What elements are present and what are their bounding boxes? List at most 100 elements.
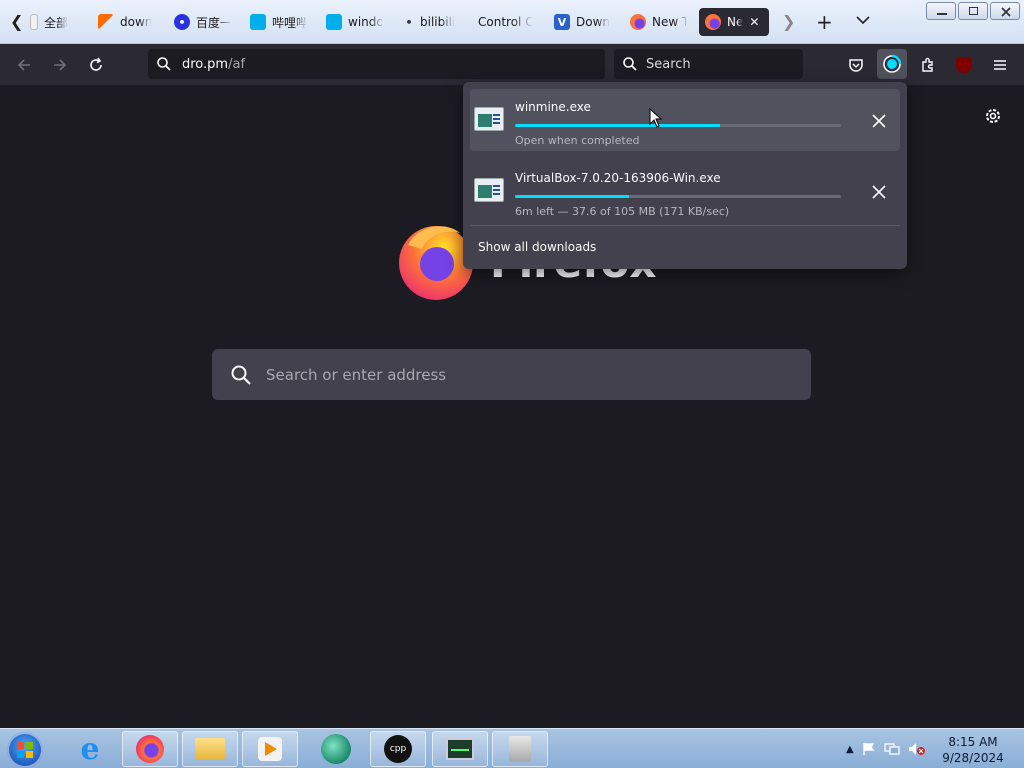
firefox-icon <box>136 735 164 763</box>
downloads-button[interactable] <box>877 49 907 79</box>
hamburger-menu-icon <box>994 60 1006 70</box>
extensions-button[interactable] <box>915 52 941 78</box>
cpp-shot-taskbar-button[interactable]: cpp <box>370 731 426 767</box>
back-arrow-icon <box>17 59 30 71</box>
volume-muted-icon[interactable] <box>908 742 926 756</box>
download-progress-bar <box>515 124 841 127</box>
orange-flag-icon <box>98 14 114 30</box>
tab-title: Ne <box>727 15 744 29</box>
forward-button[interactable] <box>47 52 73 78</box>
download-filename: VirtualBox-7.0.20-163906-Win.exe <box>515 171 721 185</box>
clock-date: 9/28/2024 <box>942 751 1004 765</box>
firefox-icon <box>705 14 721 30</box>
task-manager-taskbar-button[interactable] <box>432 731 488 767</box>
tab-title: 哔哩哔 <box>272 15 306 30</box>
minimize-button[interactable] <box>926 2 956 20</box>
bookmark-icon <box>30 14 38 30</box>
tab-active[interactable]: Ne ✕ <box>699 8 769 36</box>
newtab-search-placeholder: Search or enter address <box>266 365 447 384</box>
ublock-shield-icon <box>956 57 972 73</box>
forward-arrow-icon <box>54 59 67 71</box>
tab-title: 全部 <box>44 15 69 30</box>
firefox-icon <box>630 14 646 30</box>
network-icon[interactable] <box>884 742 900 756</box>
start-button[interactable] <box>7 732 43 768</box>
tab-3[interactable]: • 百度一 <box>174 8 230 36</box>
search-bar[interactable]: Search <box>614 49 803 79</box>
tab-9[interactable]: New T <box>630 8 686 36</box>
cpp-shot-icon: cpp <box>384 735 412 763</box>
tab-1[interactable]: 全部 <box>30 8 80 36</box>
action-center-flag-icon[interactable] <box>862 742 876 756</box>
bilibili-tv-icon <box>250 14 266 30</box>
url-path: /af <box>228 56 246 72</box>
clock-time: 8:15 AM <box>948 735 998 749</box>
tab-scroll-left-icon[interactable]: ❮ <box>10 12 23 31</box>
list-all-tabs-icon[interactable] <box>856 10 870 29</box>
search-icon <box>231 365 251 385</box>
generic-app-icon <box>509 736 531 762</box>
tab-title: down <box>120 15 153 29</box>
download-item[interactable]: VirtualBox-7.0.20-163906-Win.exe 6m left… <box>470 160 900 222</box>
tab-6[interactable]: • bilibili <box>404 8 460 36</box>
explorer-taskbar-button[interactable] <box>182 731 238 767</box>
cancel-download-button[interactable] <box>869 182 889 202</box>
baidu-paw-icon: • <box>174 14 190 30</box>
media-player-taskbar-button[interactable] <box>242 731 298 767</box>
download-item[interactable]: winmine.exe Open when completed <box>470 89 900 151</box>
puzzle-icon <box>922 57 933 72</box>
folder-icon <box>195 738 225 760</box>
tab-title: windo <box>348 15 382 29</box>
tab-title: bilibili <box>420 15 456 29</box>
menu-button[interactable] <box>987 52 1013 78</box>
pocket-button[interactable] <box>843 52 869 78</box>
internet-explorer-taskbar-button[interactable]: e <box>62 731 118 767</box>
bilibili-tv-icon <box>326 14 342 30</box>
back-button[interactable] <box>11 52 37 78</box>
taskbar-clock[interactable]: 8:15 AM 9/28/2024 <box>938 734 1008 766</box>
teal-app-icon <box>321 734 351 764</box>
firefox-taskbar-button[interactable] <box>122 731 178 767</box>
ie-icon: e <box>80 731 100 767</box>
show-hidden-icons-icon[interactable]: ▲ <box>846 744 854 755</box>
new-tab-icon[interactable]: + <box>816 10 833 34</box>
restore-button[interactable] <box>958 2 988 20</box>
ublock-button[interactable] <box>951 52 977 78</box>
pocket-icon <box>849 59 863 72</box>
tab-close-icon[interactable]: ✕ <box>749 15 759 29</box>
dot-icon: • <box>405 15 413 29</box>
url-text: dro.pm/af <box>182 57 245 72</box>
tab-4[interactable]: 哔哩哔 <box>250 8 306 36</box>
app-taskbar-button[interactable] <box>492 731 548 767</box>
media-player-icon <box>258 737 282 761</box>
show-all-downloads-link[interactable]: Show all downloads <box>478 240 596 254</box>
url-bar[interactable]: dro.pm/af <box>148 49 605 79</box>
newtab-search-input[interactable]: Search or enter address <box>212 349 811 400</box>
divider <box>470 225 900 226</box>
search-icon <box>623 57 637 71</box>
close-window-button[interactable] <box>990 2 1020 20</box>
search-placeholder: Search <box>646 56 691 72</box>
reload-button[interactable] <box>83 52 109 78</box>
tab-2[interactable]: down <box>98 8 154 36</box>
tab-title: New T <box>652 15 686 29</box>
cancel-download-button[interactable] <box>869 111 889 131</box>
tab-5[interactable]: windo <box>326 8 382 36</box>
close-icon <box>872 114 886 128</box>
download-filename: winmine.exe <box>515 100 591 114</box>
tab-title: Control C <box>478 15 534 29</box>
vs-icon: V <box>554 14 570 30</box>
tab-scroll-right-icon[interactable]: ❯ <box>782 12 795 31</box>
search-icon <box>157 57 171 71</box>
tab-8[interactable]: V Down <box>554 8 610 36</box>
monitor-icon <box>446 738 474 760</box>
windows-taskbar: e cpp ▲ 8:15 AM 9/28/2024 <box>0 728 1024 768</box>
executable-file-icon <box>474 107 504 131</box>
mouse-cursor-icon <box>649 108 663 128</box>
gear-icon[interactable] <box>983 106 1003 126</box>
windows-logo-icon <box>17 742 33 758</box>
app-taskbar-button[interactable] <box>308 731 364 767</box>
tab-7[interactable]: Control C <box>478 8 538 36</box>
download-progress-bar <box>515 195 841 198</box>
executable-file-icon <box>474 178 504 202</box>
